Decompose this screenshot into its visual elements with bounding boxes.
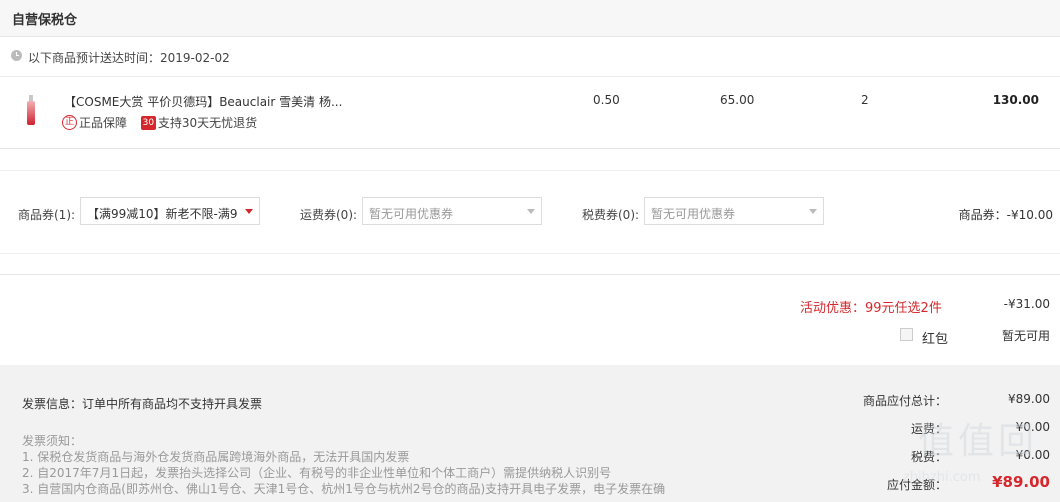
item-price: 65.00 [720, 93, 755, 107]
clock-icon [11, 50, 22, 61]
note-item: 2. 自2017年7月1日起，发票抬头选择公司（企业、有税号的非企业性单位和个体… [22, 466, 612, 480]
chevron-down-icon [809, 209, 817, 214]
section-header: 自营保税仓 [0, 0, 1060, 37]
delivery-info: 以下商品预计送达时间：2019-02-02 [0, 37, 1060, 77]
product-image[interactable] [25, 95, 37, 127]
delivery-text: 以下商品预计送达时间：2019-02-02 [28, 51, 230, 65]
tax-coupon-select[interactable]: 暂无可用优惠券 [644, 197, 824, 225]
tax-coupon-label: 税费券(0): [582, 208, 640, 222]
chevron-down-icon [527, 209, 535, 214]
product-coupon-value: 【满99减10】新老不限-满9... [87, 207, 237, 221]
item-subtotal: 130.00 [992, 93, 1039, 107]
invoice-notes: 发票须知： 1. 保税仓发货商品与海外仓发货商品属跨境海外商品，无法开具国内发票… [22, 433, 665, 497]
notes-title: 发票须知： [22, 434, 83, 448]
genuine-label: 正品保障 [79, 116, 128, 130]
chevron-down-icon [245, 209, 253, 214]
genuine-icon: 正 [62, 115, 77, 130]
goods-total-value: ¥89.00 [1008, 392, 1050, 406]
product-coupon-select[interactable]: 【满99减10】新老不限-满9... [80, 197, 260, 225]
activity-discount-label: 活动优惠：99元任选2件 [800, 301, 942, 316]
shipping-coupon-label: 运费券(0): [300, 208, 358, 222]
invoice-info: 发票信息：订单中所有商品均不支持开具发票 [22, 397, 263, 411]
section-title: 自营保税仓 [12, 13, 78, 28]
item-quantity: 2 [861, 93, 869, 107]
activity-discount-value: -¥31.00 [1003, 297, 1050, 311]
goods-total-label: 商品应付总计： [862, 394, 947, 408]
coupon-discount-total: 商品券：-¥10.00 [958, 208, 1053, 222]
coupon-bar: 商品券(1): 【满99减10】新老不限-满9... 运费券(0): 暂无可用优… [0, 170, 1060, 254]
watermark-glyphs: 值值回 [918, 421, 1039, 462]
watermark-url: zhihzhi.com [903, 470, 981, 485]
redpacket-label: 红包 [922, 332, 949, 347]
shipping-coupon-select[interactable]: 暂无可用优惠券 [362, 197, 542, 225]
shipping-coupon-value: 暂无可用优惠券 [369, 207, 454, 221]
product-badges: 正正品保障 30 支持30天无忧退货 [62, 114, 257, 130]
note-item: 3. 自营国内仓商品(即苏州仓、佛山1号仓、天津1号仓、杭州1号仓与杭州2号仓的… [22, 482, 666, 496]
product-row: 【COSME大赏 平价贝德玛】Beauclair 雪美清 杨... 正正品保障 … [0, 77, 1060, 149]
item-tax: 0.50 [593, 93, 620, 107]
tax-coupon-value: 暂无可用优惠券 [651, 207, 736, 221]
note-item: 1. 保税仓发货商品与海外仓发货商品属跨境海外商品，无法开具国内发票 [22, 450, 410, 464]
product-name-link[interactable]: 【COSME大赏 平价贝德玛】Beauclair 雪美清 杨... [64, 93, 342, 110]
return-30-icon: 30 [140, 115, 156, 130]
watermark: 值值回 zhihzhi.com [898, 412, 1048, 492]
return-label: 支持30天无忧退货 [157, 116, 258, 130]
promotion-section: 活动优惠：99元任选2件 -¥31.00 红包 暂无可用 [0, 274, 1060, 366]
redpacket-status: 暂无可用 [1001, 329, 1050, 343]
redpacket-checkbox[interactable] [900, 328, 913, 341]
product-coupon-label: 商品券(1): [18, 208, 76, 222]
